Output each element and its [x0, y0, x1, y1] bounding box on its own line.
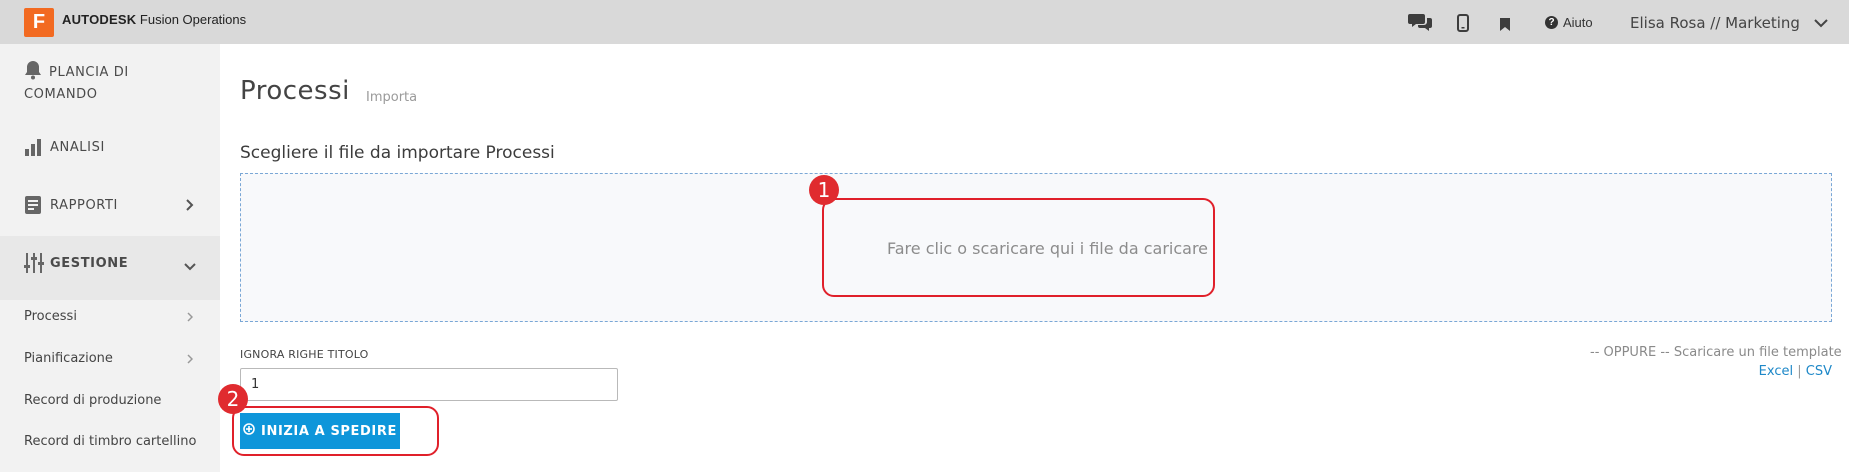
template-links: Excel | CSV: [1690, 364, 1832, 379]
brand-rest: Fusion Operations: [136, 12, 247, 27]
mobile-icon[interactable]: [1457, 14, 1469, 36]
brand-name: AUTODESK Fusion Operations: [62, 12, 246, 27]
sidebar-item-analisi[interactable]: ANALISI: [24, 139, 105, 156]
sliders-icon: [24, 252, 44, 278]
chevron-right-icon: [187, 353, 194, 368]
annotation-badge-2: 2: [218, 384, 248, 414]
annotation-badge-1: 1: [809, 175, 839, 205]
sidebar-item-gestione[interactable]: GESTIONE: [24, 253, 200, 273]
fusion-logo[interactable]: F: [24, 8, 54, 37]
sidebar-subitem-pianificazione[interactable]: Pianificazione: [24, 351, 196, 366]
report-icon: [24, 195, 42, 219]
sidebar-subitem-processi[interactable]: Processi: [24, 309, 196, 324]
sidebar-subitem-record-timbro[interactable]: Record di timbro cartellino: [24, 434, 196, 449]
annotation-highlight-1: [822, 198, 1215, 297]
subitem-label: Pianificazione: [24, 351, 113, 366]
sidebar-item-rapporti[interactable]: RAPPORTI: [24, 196, 200, 215]
sidebar-label-line2: COMANDO: [24, 87, 98, 102]
sidebar-item-dashboard[interactable]: PLANCIA DI COMANDO: [24, 60, 129, 106]
user-menu[interactable]: Elisa Rosa // Marketing: [1630, 14, 1828, 32]
brand-bold: AUTODESK: [62, 12, 137, 27]
link-separator: |: [1797, 364, 1802, 379]
chevron-right-icon: [186, 196, 194, 215]
bookmark-icon[interactable]: [1500, 16, 1510, 35]
user-label: Elisa Rosa // Marketing: [1630, 14, 1800, 32]
sidebar: PLANCIA DI COMANDO ANALISI RAPPORTI GEST…: [0, 44, 220, 472]
section-label: Scegliere il file da importare Processi: [240, 143, 555, 163]
help-link[interactable]: ? Aiuto: [1545, 15, 1593, 30]
chevron-down-icon: [1814, 14, 1828, 32]
template-download-text: -- OPPURE -- Scaricare un file template: [1590, 345, 1842, 360]
page-title: Processi: [240, 76, 350, 106]
annotation-highlight-2: [232, 406, 439, 456]
sidebar-subitem-record-produzione[interactable]: Record di produzione: [24, 393, 161, 408]
chat-icon[interactable]: [1408, 12, 1432, 36]
chevron-down-icon: [184, 256, 196, 275]
top-bar: F AUTODESK Fusion Operations ? Aiuto Eli…: [0, 0, 1849, 44]
bar-chart-icon: [24, 137, 44, 161]
csv-template-link[interactable]: CSV: [1806, 364, 1832, 379]
excel-template-link[interactable]: Excel: [1759, 364, 1793, 379]
page-subtitle: Importa: [366, 90, 418, 105]
logo-letter: F: [32, 11, 46, 33]
sidebar-label-line1: PLANCIA DI: [49, 65, 129, 80]
subitem-label: Record di produzione: [24, 393, 162, 408]
help-icon: ?: [1545, 16, 1558, 29]
subitem-label: Record di timbro cartellino: [24, 434, 197, 449]
chevron-right-icon: [187, 311, 194, 326]
ignore-rows-label: IGNORA RIGHE TITOLO: [240, 348, 369, 361]
bell-icon: [24, 60, 42, 84]
subitem-label: Processi: [24, 309, 77, 324]
help-label: Aiuto: [1563, 15, 1593, 30]
ignore-rows-input[interactable]: [240, 368, 618, 401]
